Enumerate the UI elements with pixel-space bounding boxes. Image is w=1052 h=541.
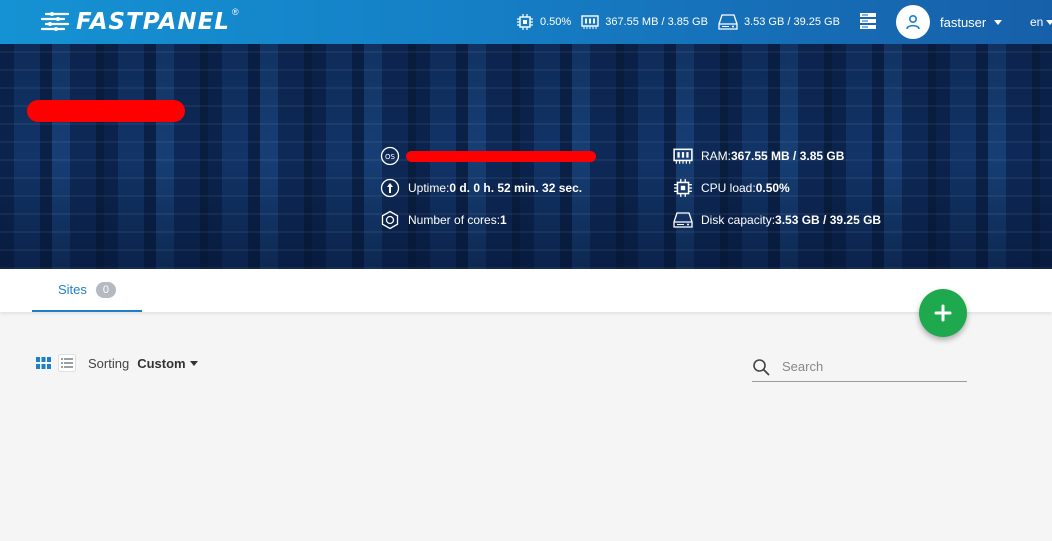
disk-stat: 3.53 GB / 39.25 GB xyxy=(718,14,840,30)
uptime-icon xyxy=(380,178,400,198)
disk-row: Disk capacity: 3.53 GB / 39.25 GB xyxy=(673,204,881,236)
ram-label: RAM: xyxy=(701,149,731,163)
cores-row: Number of cores: 1 xyxy=(380,204,596,236)
ram-icon xyxy=(673,148,693,164)
uptime-label: Uptime: xyxy=(408,181,450,195)
disk-value: 3.53 GB / 39.25 GB xyxy=(775,213,882,227)
logo-text: FASTPANEL xyxy=(76,9,230,35)
search-box xyxy=(752,352,967,382)
disk-icon xyxy=(673,212,693,228)
tab-sites[interactable]: Sites 0 xyxy=(32,269,142,312)
cpu-row: CPU load: 0.50% xyxy=(673,172,881,204)
cpu-stat: 0.50% xyxy=(516,14,571,30)
search-input[interactable] xyxy=(780,358,964,375)
server-info-right: RAM: 367.55 MB / 3.85 GB CPU load: 0.50% xyxy=(673,140,881,236)
cores-icon xyxy=(381,210,399,230)
view-toggle xyxy=(34,354,82,372)
resource-stats: 0.50% 367.55 MB / 3.85 GB 3.53 GB / 39.2… xyxy=(516,12,850,32)
grid-view-icon xyxy=(35,357,51,369)
server-list-icon[interactable] xyxy=(859,12,877,30)
cpu-icon xyxy=(674,179,692,197)
server-info-banner: OS Uptime: 0 d. 0 h. 52 min. 32 sec. Num… xyxy=(0,44,1052,269)
ram-stat: 367.55 MB / 3.85 GB xyxy=(581,15,708,29)
language-selector[interactable]: en xyxy=(1030,15,1052,29)
sorting-control: Sorting Custom xyxy=(88,356,198,371)
user-icon xyxy=(906,14,920,30)
disk-stat-value: 3.53 GB / 39.25 GB xyxy=(743,16,840,28)
logo-mark-icon xyxy=(40,12,70,31)
sorting-dropdown[interactable]: Custom xyxy=(137,356,185,371)
ram-value: 367.55 MB / 3.85 GB xyxy=(731,149,845,163)
list-view-icon xyxy=(61,358,73,368)
cores-label: Number of cores: xyxy=(408,213,501,227)
sites-count-badge: 0 xyxy=(95,281,117,298)
disk-label: Disk capacity: xyxy=(701,213,776,227)
cpu-stat-value: 0.50% xyxy=(540,16,572,28)
os-name-redacted xyxy=(406,150,596,162)
chevron-down-icon[interactable] xyxy=(189,361,198,366)
avatar[interactable] xyxy=(896,5,930,39)
server-info-left: OS Uptime: 0 d. 0 h. 52 min. 32 sec. Num… xyxy=(380,140,596,236)
language-label[interactable]: en xyxy=(1030,15,1043,29)
logo-registered-mark: ® xyxy=(231,7,239,17)
sorting-label: Sorting xyxy=(88,356,130,371)
search-icon xyxy=(753,358,770,375)
add-site-button[interactable] xyxy=(919,289,967,337)
os-row: OS xyxy=(380,140,596,172)
cores-value: 1 xyxy=(500,213,507,227)
uptime-row: Uptime: 0 d. 0 h. 52 min. 32 sec. xyxy=(380,172,596,204)
os-badge: OS xyxy=(385,153,396,161)
cpu-icon xyxy=(517,14,533,30)
chevron-down-icon xyxy=(994,19,1003,25)
uptime-value: 0 d. 0 h. 52 min. 32 sec. xyxy=(449,181,583,195)
list-view-button[interactable] xyxy=(58,354,76,372)
os-icon: OS xyxy=(380,146,400,166)
grid-view-button[interactable] xyxy=(34,354,52,372)
top-bar: FASTPANEL ® 0.50% 367.55 MB / 3.85 GB 3.… xyxy=(0,0,1052,44)
hostname-redacted xyxy=(27,100,185,122)
ram-row: RAM: 367.55 MB / 3.85 GB xyxy=(673,140,881,172)
plus-icon xyxy=(934,304,952,322)
ram-icon xyxy=(581,15,599,29)
tab-bar: Sites 0 xyxy=(0,269,1052,312)
username[interactable]: fastuser xyxy=(940,15,986,30)
tab-sites-label[interactable]: Sites xyxy=(58,282,87,297)
ram-stat-value: 367.55 MB / 3.85 GB xyxy=(605,16,708,28)
cpu-label: CPU load: xyxy=(701,181,756,195)
disk-icon xyxy=(718,14,738,30)
chevron-down-icon xyxy=(1046,19,1052,25)
cpu-value: 0.50% xyxy=(755,181,790,195)
logo[interactable]: FASTPANEL ® xyxy=(40,7,239,37)
user-menu[interactable]: fastuser xyxy=(896,5,1003,39)
